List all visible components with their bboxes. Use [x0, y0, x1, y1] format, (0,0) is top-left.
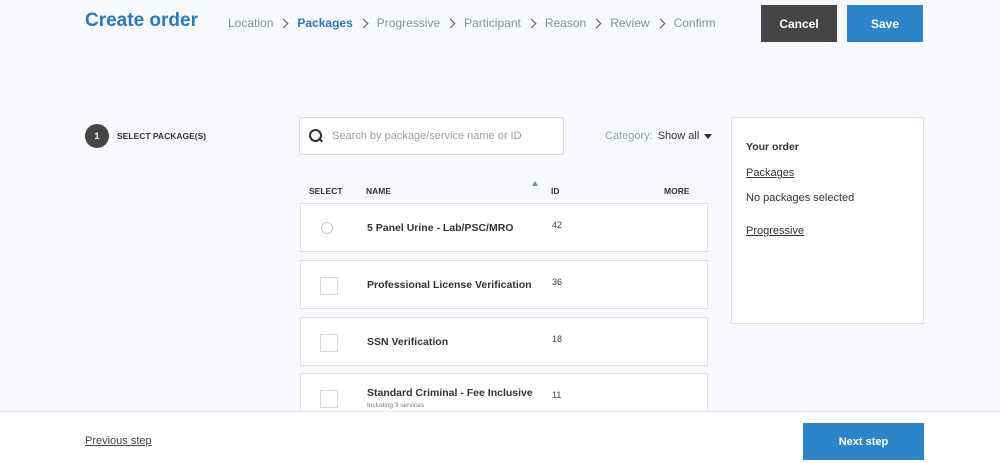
packages-link[interactable]: Packages [746, 167, 794, 179]
column-header-name[interactable]: NAME [366, 186, 391, 196]
package-id: 18 [552, 334, 563, 344]
cancel-button[interactable]: Cancel [761, 5, 837, 42]
package-name: Standard Criminal - Fee Inclusive [367, 387, 533, 399]
chevron-right-icon [591, 18, 602, 28]
step-participant[interactable]: Participant [464, 16, 521, 30]
select-checkbox[interactable] [320, 390, 338, 408]
breadcrumb-steps: Location Packages Progressive Participan… [228, 16, 716, 30]
chevron-right-icon [358, 18, 369, 28]
section-label: SELECT PACKAGE(S) [117, 131, 207, 141]
step-reason[interactable]: Reason [545, 16, 586, 30]
package-name: SSN Verification [367, 336, 449, 348]
search-box [299, 117, 564, 155]
table-row[interactable]: 5 Panel Urine - Lab/PSC/MRO 42 [300, 203, 708, 252]
category-filter[interactable]: Category: Show all [605, 130, 713, 142]
package-subtitle: Including 3 services [367, 402, 425, 409]
step-location[interactable]: Location [228, 16, 273, 30]
packages-empty-text: No packages selected [746, 192, 855, 204]
footer-bar: Previous step Next step [0, 411, 1000, 463]
step-confirm[interactable]: Confirm [674, 16, 716, 30]
select-checkbox[interactable] [320, 334, 338, 352]
step-packages[interactable]: Packages [297, 16, 352, 30]
save-button[interactable]: Save [847, 5, 923, 42]
progressive-link[interactable]: Progressive [746, 225, 804, 237]
step-review[interactable]: Review [610, 16, 649, 30]
search-input[interactable] [332, 130, 552, 142]
package-id: 36 [552, 277, 563, 287]
column-header-more: MORE [664, 186, 690, 196]
category-label: Category: [605, 130, 653, 142]
select-checkbox[interactable] [320, 277, 338, 295]
sort-ascending-icon[interactable] [532, 181, 538, 186]
next-step-button[interactable]: Next step [803, 423, 924, 460]
chevron-right-icon [445, 18, 456, 28]
step-progressive[interactable]: Progressive [377, 16, 440, 30]
package-id: 42 [552, 220, 563, 230]
caret-down-icon[interactable] [704, 133, 713, 139]
column-header-select: SELECT [309, 186, 343, 196]
package-id: 11 [552, 390, 562, 400]
chevron-right-icon [278, 18, 289, 28]
column-header-id[interactable]: ID [551, 186, 560, 196]
page-title: Create order [85, 10, 198, 31]
category-value[interactable]: Show all [658, 130, 700, 142]
package-name: 5 Panel Urine - Lab/PSC/MRO [367, 222, 514, 234]
order-title: Your order [746, 141, 799, 153]
chevron-right-icon [526, 18, 537, 28]
select-radio[interactable] [321, 222, 333, 234]
package-name: Professional License Verification [367, 279, 532, 291]
table-row[interactable]: Professional License Verification 36 [300, 260, 708, 309]
search-icon [309, 129, 323, 143]
table-row[interactable]: SSN Verification 18 [300, 317, 708, 366]
previous-step-link[interactable]: Previous step [85, 435, 152, 447]
step-number-badge: 1 [85, 124, 109, 148]
order-summary-panel: Your order Packages No packages selected… [731, 117, 924, 324]
chevron-right-icon [655, 18, 666, 28]
